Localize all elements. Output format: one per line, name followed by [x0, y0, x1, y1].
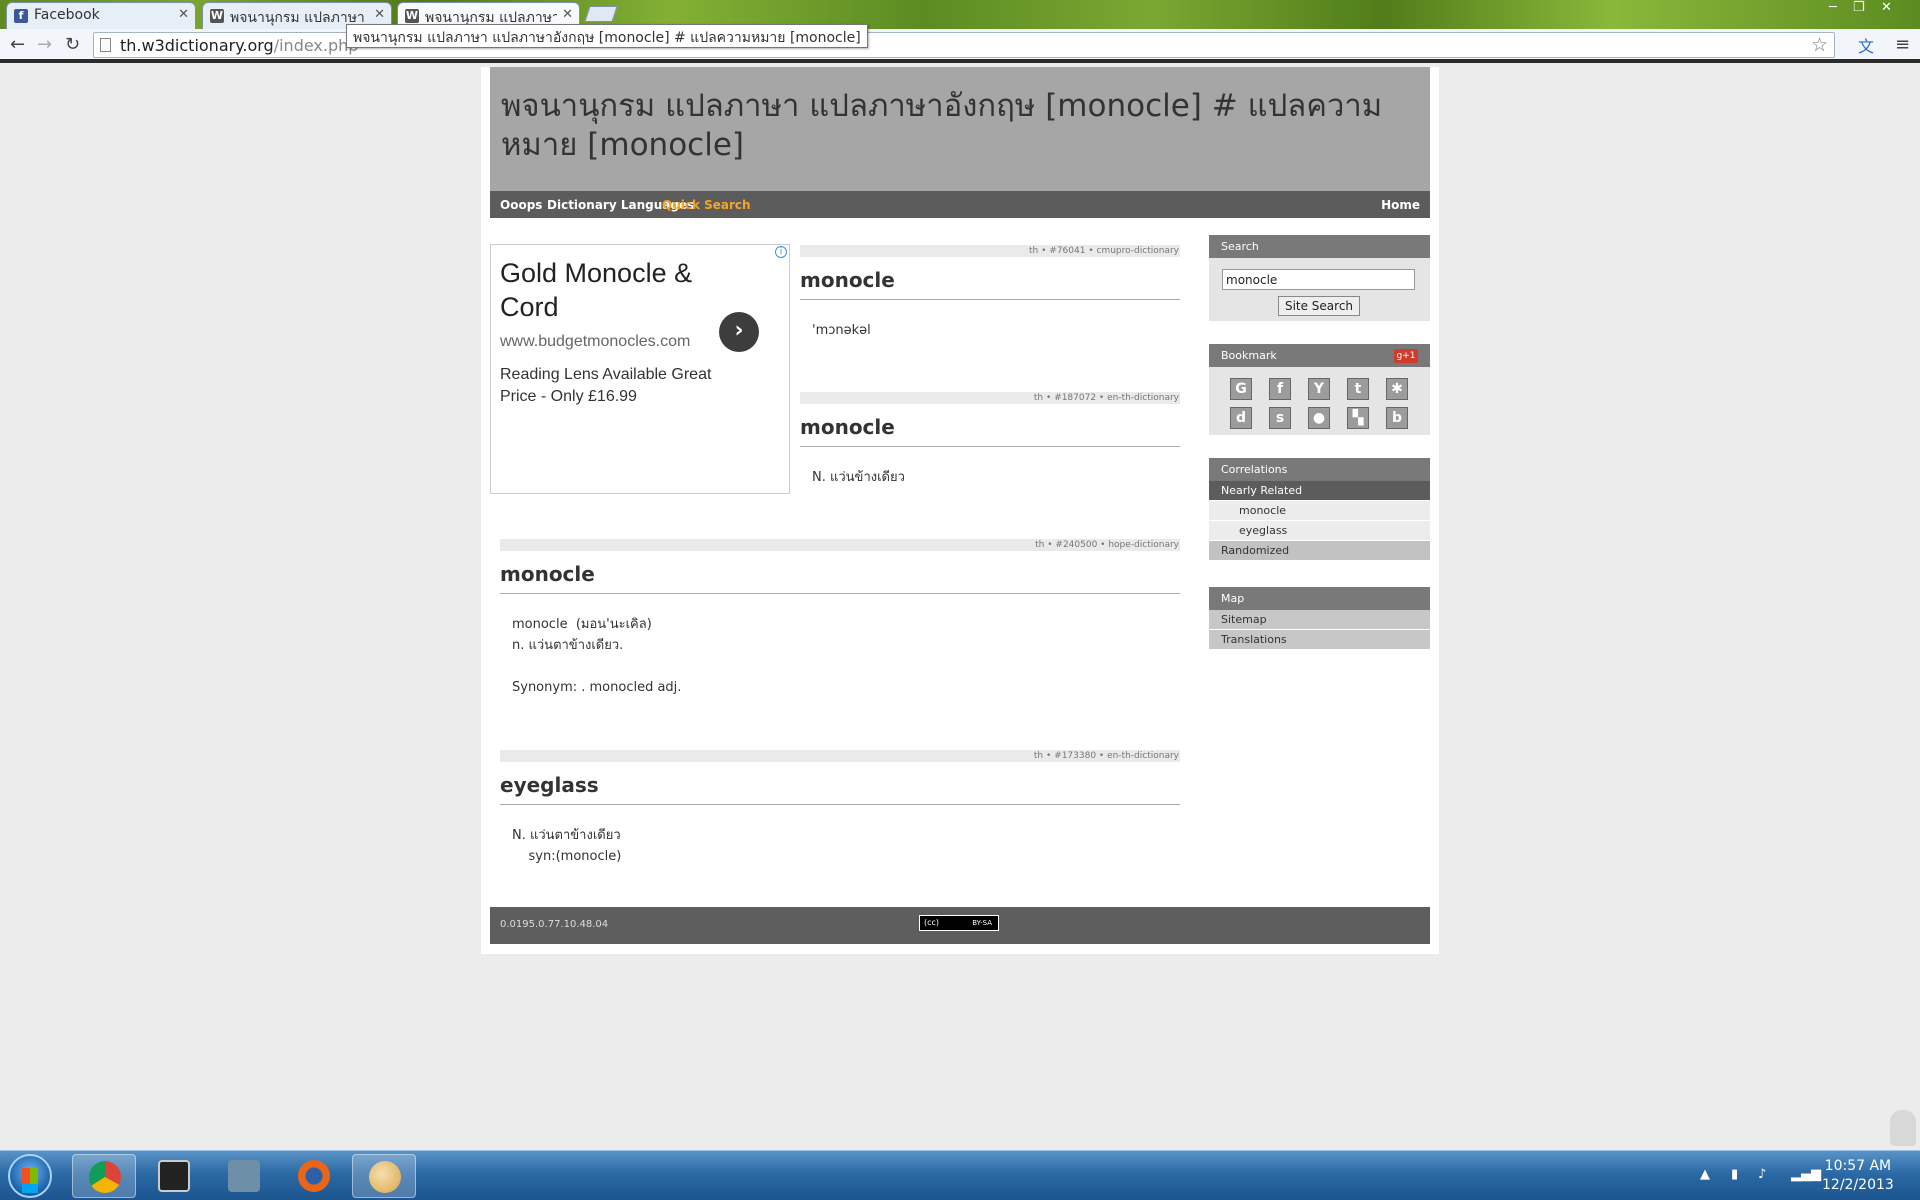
taskbar-chrome[interactable]: [72, 1154, 136, 1198]
taskbar-paint[interactable]: [352, 1154, 416, 1198]
site-footer: 0.0195.0.77.10.48.04 BY-SA: [490, 907, 1430, 944]
google-icon[interactable]: G: [1230, 378, 1252, 400]
monitor-icon: [158, 1160, 190, 1192]
close-icon[interactable]: ✕: [562, 7, 573, 22]
yahoo-icon[interactable]: Y: [1308, 378, 1330, 400]
translations-link[interactable]: Translations: [1209, 630, 1430, 650]
entry-text: N. แว่นตาข้างเดียว syn:(monocle): [512, 828, 622, 864]
bookmark-panel-title: Bookmark g+1: [1209, 344, 1430, 367]
reload-icon[interactable]: ↻: [65, 34, 80, 55]
delicious-icon[interactable]: ▚: [1347, 407, 1369, 429]
entry-text: 'mɔnəkəl: [812, 323, 871, 338]
entry-meta: th • #173380 • en-th-dictionary: [500, 750, 1180, 762]
cc-license-badge[interactable]: BY-SA: [919, 915, 999, 931]
browser-toolbar: ← → ↻ th.w3dictionary.org/index.php ☆ 文 …: [0, 29, 1920, 63]
bookmark-title: Bookmark: [1221, 349, 1277, 362]
clock-time: 10:57 AM: [1824, 1158, 1892, 1174]
sitemap-link[interactable]: Sitemap: [1209, 610, 1430, 630]
windows-taskbar: ▲ ▮ ♪ ▂▄▆ 10:57 AM 12/2/2013: [0, 1150, 1920, 1200]
browser-tab-strip: f Facebook ✕ W พจนานุกรม แปลภาษา แ ✕ W พ…: [0, 0, 1920, 29]
blogger-icon[interactable]: b: [1386, 407, 1408, 429]
info-icon[interactable]: i: [775, 246, 787, 258]
back-arrow-icon[interactable]: ←: [10, 34, 25, 55]
new-tab-button[interactable]: [584, 6, 618, 22]
map-panel-title: Map: [1209, 587, 1430, 610]
tab-title: Facebook: [34, 7, 100, 23]
ad-headline[interactable]: Gold Monocle & Cord: [500, 256, 700, 324]
bookmark-star-icon[interactable]: ☆: [1811, 34, 1828, 56]
entry-meta: th • #76041 • cmupro-dictionary: [800, 245, 1180, 257]
entry-title: monocle: [500, 562, 1180, 594]
entry-meta: th • #240500 • hope-dictionary: [500, 539, 1180, 551]
close-icon[interactable]: ✕: [374, 7, 385, 22]
footer-text: 0.0195.0.77.10.48.04: [500, 919, 609, 930]
search-panel: Site Search: [1209, 258, 1430, 321]
power-icon[interactable]: ▮: [1731, 1167, 1738, 1182]
bookmark-panel: G f Y t ✱ d s ● ▚ b: [1209, 367, 1430, 435]
restore-icon[interactable]: ❐: [1853, 0, 1865, 15]
ad-description: Reading Lens Available Great Price - Onl…: [500, 366, 712, 405]
paint-icon: [369, 1161, 401, 1193]
web-viewport: พจนานุกรม แปลภาษา แปลภาษาอังกฤษ [monocle…: [0, 67, 1920, 1150]
entry-title: eyeglass: [500, 773, 1180, 805]
main-menu: Ooops Dictionary Languages Quick Search …: [490, 191, 1430, 218]
entry-text: monocle (มอน'นะเคิล) n. แว่นตาข้างเดียว.…: [512, 617, 682, 695]
taskbar-media[interactable]: [142, 1154, 206, 1198]
translate-icon[interactable]: 文: [1858, 33, 1874, 57]
start-button[interactable]: [8, 1154, 52, 1198]
menu-item-ooops[interactable]: Ooops: [500, 198, 542, 212]
ad-url[interactable]: www.budgetmonocles.com: [500, 333, 690, 351]
minimize-icon[interactable]: ─: [1829, 0, 1837, 15]
search-input[interactable]: [1222, 269, 1415, 290]
myspace-icon[interactable]: ✱: [1386, 378, 1408, 400]
site-search-button[interactable]: Site Search: [1278, 296, 1360, 316]
correlations-panel-title: Correlations: [1209, 458, 1430, 481]
entry-meta: th • #187072 • en-th-dictionary: [800, 392, 1180, 404]
entry-text: N. แว่นข้างเดียว: [812, 470, 905, 485]
page-icon: [100, 38, 111, 52]
network-icon[interactable]: ▂▄▆: [1791, 1167, 1821, 1182]
chrome-icon: [89, 1161, 121, 1193]
w3-icon: W: [210, 9, 224, 23]
entry-title: monocle: [800, 415, 1180, 447]
forward-arrow-icon[interactable]: →: [37, 34, 52, 55]
close-icon[interactable]: ✕: [178, 7, 189, 22]
advertisement[interactable]: Gold Monocle & Cord www.budgetmonocles.c…: [490, 244, 790, 494]
search-panel-title: Search: [1209, 235, 1430, 258]
url-text: th.w3dictionary.org/index.php: [120, 36, 359, 55]
facebook-icon[interactable]: f: [1269, 378, 1291, 400]
entry-title: monocle: [800, 268, 1180, 300]
lock-icon: [228, 1160, 260, 1192]
menu-icon[interactable]: ≡: [1895, 34, 1910, 55]
taskbar-lock[interactable]: [212, 1154, 276, 1198]
menu-item-home[interactable]: Home: [1381, 198, 1420, 212]
show-hidden-icons[interactable]: ▲: [1700, 1167, 1710, 1182]
digg-icon[interactable]: d: [1230, 407, 1252, 429]
reddit-icon[interactable]: ●: [1308, 407, 1330, 429]
technorati-icon[interactable]: t: [1347, 378, 1369, 400]
volume-icon[interactable]: ♪: [1758, 1167, 1766, 1182]
chevron-right-icon[interactable]: ›: [719, 312, 759, 352]
nearly-related-header: Nearly Related: [1209, 481, 1430, 501]
randomized-link[interactable]: Randomized: [1209, 541, 1430, 561]
clock[interactable]: 10:57 AM 12/2/2013: [1822, 1157, 1894, 1195]
tab-facebook[interactable]: f Facebook ✕: [6, 2, 196, 29]
firefox-icon: [298, 1160, 330, 1192]
google-plus-button[interactable]: g+1: [1394, 349, 1418, 363]
related-link-monocle[interactable]: monocle: [1209, 501, 1430, 521]
related-link-eyeglass[interactable]: eyeglass: [1209, 521, 1430, 541]
close-window-icon[interactable]: ✕: [1881, 0, 1892, 15]
mascot-icon: [1890, 1110, 1916, 1146]
page-title: พจนานุกรม แปลภาษา แปลภาษาอังกฤษ [monocle…: [501, 88, 1383, 163]
facebook-icon: f: [14, 9, 28, 23]
menu-item-quick-search[interactable]: Quick Search: [662, 198, 751, 212]
clock-date: 12/2/2013: [1822, 1177, 1894, 1193]
taskbar-firefox[interactable]: [282, 1154, 346, 1198]
tab-tooltip: พจนานุกรม แปลภาษา แปลภาษาอังกฤษ [monocle…: [346, 24, 868, 48]
stumbleupon-icon[interactable]: s: [1269, 407, 1291, 429]
site-header: พจนานุกรม แปลภาษา แปลภาษาอังกฤษ [monocle…: [490, 67, 1430, 191]
w3-icon: W: [405, 9, 419, 23]
